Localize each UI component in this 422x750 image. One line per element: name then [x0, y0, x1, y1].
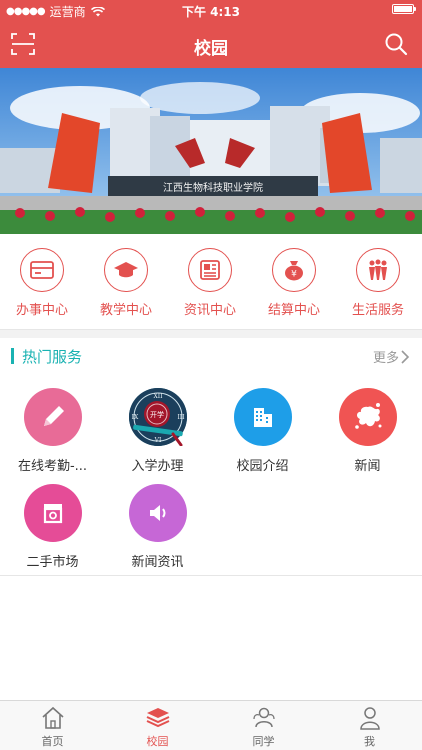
svg-text:¥: ¥ [291, 270, 297, 280]
card-icon [20, 248, 64, 292]
more-link[interactable]: 更多 [373, 347, 410, 366]
battery-icon [392, 4, 416, 14]
quick-item-settlement[interactable]: ¥ 结算中心 [252, 248, 336, 318]
bottom-tab-bar: 首页 校园 同学 我 [0, 700, 422, 750]
clock-stamp-icon: XII VI IX III 开学 [128, 388, 187, 446]
service-news-info[interactable]: 新闻资讯 [105, 484, 210, 570]
building-icon [233, 388, 292, 446]
more-label: 更多 [372, 351, 399, 366]
section-divider [0, 330, 422, 338]
quick-item-label: 生活服务 [351, 303, 404, 318]
quick-item-life[interactable]: 生活服务 [336, 248, 420, 318]
tab-label: 首页 [41, 735, 64, 748]
svg-text:III: III [177, 414, 185, 421]
layers-icon [146, 708, 169, 728]
home-icon [41, 706, 64, 729]
service-label: 在线考勤-... [17, 459, 88, 474]
newspaper-icon [188, 248, 232, 292]
status-bar: ●●●●● 运营商 下午 4:13 [0, 0, 422, 22]
service-second-hand[interactable]: 二手市场 [0, 484, 105, 570]
user-icon [359, 707, 380, 730]
service-news[interactable]: 新闻 [315, 388, 420, 474]
service-campus-intro[interactable]: 校园介绍 [210, 388, 315, 474]
classmates-icon [252, 707, 275, 728]
people-icon [356, 248, 400, 292]
campus-banner[interactable]: 江西生物科技职业学院 [0, 68, 422, 234]
stamp-text: 开学 [150, 410, 164, 419]
quick-item-label: 资讯中心 [183, 303, 236, 318]
quick-item-label: 教学中心 [99, 303, 152, 318]
campus-gate-image: 江西生物科技职业学院 [0, 68, 422, 234]
service-label: 新闻 [354, 459, 381, 474]
top-bar: ●●●●● 运营商 下午 4:13 校园 [0, 0, 422, 68]
hot-services-section: 热门服务 更多 在线考勤-... XII VI IX III 开学 入学办理 校… [0, 338, 422, 576]
service-label: 入学办理 [131, 459, 184, 474]
service-label: 新闻资讯 [131, 555, 184, 570]
service-label: 校园介绍 [236, 459, 289, 474]
pencil-icon [23, 388, 82, 446]
section-accent-bar [11, 348, 14, 364]
tab-label: 我 [364, 735, 375, 748]
quick-item-label: 结算中心 [267, 303, 320, 318]
quick-item-label: 办事中心 [15, 303, 68, 318]
chevron-right-icon [401, 349, 410, 364]
search-icon[interactable] [384, 32, 408, 56]
speaker-icon [128, 484, 187, 542]
section-title: 热门服务 [22, 348, 83, 366]
tab-home[interactable]: 首页 [0, 705, 105, 749]
tab-classmates[interactable]: 同学 [211, 705, 316, 749]
quick-item-teaching[interactable]: 教学中心 [84, 248, 168, 318]
nav-bar: 校园 [0, 24, 422, 68]
quick-item-affairs[interactable]: 办事中心 [0, 248, 84, 318]
svg-text:IX: IX [131, 414, 138, 421]
gate-sign-text: 江西生物科技职业学院 [163, 181, 263, 194]
svg-text:XII: XII [153, 393, 163, 400]
page-title: 校园 [194, 39, 228, 59]
quick-menu: 办事中心 教学中心 资讯中心 ¥ 结算中心 生活服务 [0, 234, 422, 330]
tab-campus[interactable]: 校园 [105, 705, 210, 749]
graduation-cap-icon [104, 248, 148, 292]
splash-icon [338, 388, 397, 446]
clock: 下午 4:13 [181, 5, 241, 19]
service-enrollment[interactable]: XII VI IX III 开学 入学办理 [105, 388, 210, 474]
svg-text:VI: VI [153, 437, 161, 444]
tab-label: 校园 [146, 735, 169, 748]
tab-me[interactable]: 我 [317, 705, 422, 749]
market-icon [23, 484, 82, 542]
service-attendance[interactable]: 在线考勤-... [0, 388, 105, 474]
hot-services-header: 热门服务 更多 [0, 338, 422, 374]
money-bag-icon: ¥ [272, 248, 316, 292]
quick-item-news[interactable]: 资讯中心 [168, 248, 252, 318]
service-label: 二手市场 [26, 555, 79, 570]
tab-label: 同学 [252, 735, 275, 748]
